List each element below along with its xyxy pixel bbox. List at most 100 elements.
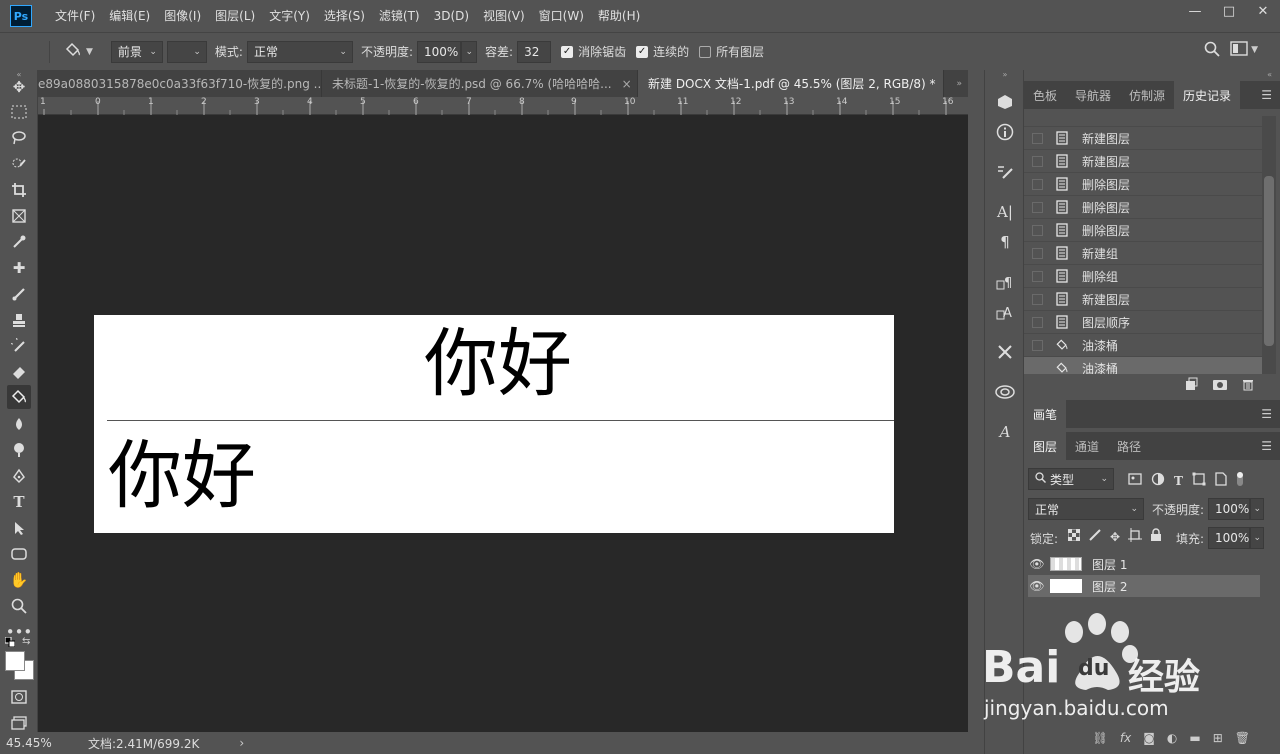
history-row[interactable]: 删除图层 (1024, 196, 1262, 219)
menu-edit[interactable]: 编辑(E) (102, 0, 157, 32)
creative-cloud-libraries-icon[interactable] (993, 380, 1017, 404)
menu-type[interactable]: 文字(Y) (262, 0, 317, 32)
opacity-input[interactable]: 100% (417, 40, 462, 63)
eraser-tool-icon[interactable] (7, 360, 31, 384)
panel-menu-icon[interactable]: ☰ (1261, 88, 1272, 102)
smart-object-filter-icon[interactable] (1215, 472, 1227, 489)
close-tab-icon[interactable]: × (622, 77, 632, 91)
history-source-checkbox[interactable] (1032, 155, 1043, 167)
tab-document-1[interactable]: e89a0880315878e0c0a33f63f710-恢复的.png ...… (38, 70, 322, 97)
history-source-checkbox[interactable] (1032, 224, 1043, 236)
history-row[interactable]: 删除组 (1024, 265, 1262, 288)
crop-tool-icon[interactable] (7, 178, 31, 202)
tool-preset-picker[interactable]: ▼ (64, 42, 93, 62)
tab-swatches[interactable]: 色板 (1024, 81, 1066, 109)
history-row[interactable]: 删除图层 (1024, 219, 1262, 242)
history-source-checkbox[interactable] (1032, 270, 1043, 282)
history-source-checkbox[interactable] (1032, 293, 1043, 305)
info-icon[interactable] (993, 120, 1017, 144)
menu-image[interactable]: 图像(I) (157, 0, 208, 32)
layer-row[interactable]: 👁 图层 1 (1028, 553, 1260, 575)
3d-icon[interactable] (993, 90, 1017, 114)
tab-clone-source[interactable]: 仿制源 (1120, 81, 1174, 109)
menu-select[interactable]: 选择(S) (317, 0, 372, 32)
history-row[interactable]: 油漆桶 (1024, 334, 1262, 357)
scrollbar-thumb[interactable] (1264, 176, 1274, 346)
blur-tool-icon[interactable] (7, 412, 31, 436)
all-layers-checkbox[interactable]: 所有图层 (699, 43, 764, 60)
pen-tool-icon[interactable] (7, 464, 31, 488)
history-source-checkbox[interactable] (1032, 132, 1043, 144)
layer-filter-dropdown[interactable]: 类型 ⌄ (1028, 468, 1114, 490)
character-styles-icon[interactable]: A (993, 300, 1017, 324)
layer-row-selected[interactable]: 👁 图层 2 (1028, 575, 1260, 597)
add-mask-icon[interactable]: ◙ (1143, 731, 1155, 745)
swap-colors-icon[interactable]: ⇆ (22, 636, 30, 647)
collapse-icon[interactable]: « (1024, 70, 1280, 80)
healing-brush-tool-icon[interactable]: ✚ (7, 256, 31, 280)
fill-source-dropdown[interactable]: 前景 ⌄ (110, 40, 163, 63)
zoom-tool-icon[interactable] (7, 594, 31, 618)
paragraph-styles-icon[interactable]: ¶ (993, 270, 1017, 294)
tab-history[interactable]: 历史记录 (1174, 81, 1241, 109)
lock-pixels-icon[interactable] (1088, 528, 1102, 545)
history-scrollbar[interactable] (1262, 116, 1276, 374)
tab-document-2[interactable]: 未标题-1-恢复的-恢复的.psd @ 66.7% (哈哈哈哈... × (322, 70, 638, 97)
blend-mode-dropdown[interactable]: 正常 ⌄ (1028, 498, 1144, 520)
camera-icon[interactable] (1212, 377, 1228, 394)
hand-tool-icon[interactable]: ✋ (7, 568, 31, 592)
history-source-checkbox[interactable] (1032, 247, 1043, 259)
menu-filter[interactable]: 滤镜(T) (372, 0, 427, 32)
contiguous-checkbox[interactable]: ✓ 连续的 (636, 43, 689, 60)
menu-window[interactable]: 窗口(W) (532, 0, 591, 32)
quick-selection-tool-icon[interactable] (7, 152, 31, 176)
character-icon[interactable]: A| (993, 200, 1017, 224)
lock-position-icon[interactable]: ✥ (1110, 530, 1120, 544)
document-canvas[interactable]: 你好 你好 (94, 315, 894, 533)
type-tool-icon[interactable]: T (7, 490, 31, 514)
history-row[interactable]: 新建图层 (1024, 127, 1262, 150)
paragraph-icon[interactable]: ¶ (993, 230, 1017, 254)
frame-tool-icon[interactable] (7, 204, 31, 228)
eyedropper-tool-icon[interactable] (7, 230, 31, 254)
search-icon[interactable] (1204, 41, 1220, 60)
pixel-layer-filter-icon[interactable] (1128, 473, 1142, 488)
menu-layer[interactable]: 图层(L) (208, 0, 262, 32)
rectangle-tool-icon[interactable] (7, 542, 31, 566)
history-row[interactable]: 新建图层 (1024, 288, 1262, 311)
adjustment-layer-filter-icon[interactable] (1151, 472, 1165, 489)
tab-paths[interactable]: 路径 (1108, 432, 1150, 460)
menu-help[interactable]: 帮助(H) (591, 0, 647, 32)
antialias-checkbox[interactable]: ✓ 消除锯齿 (561, 43, 626, 60)
tabs-overflow-icon[interactable]: » (944, 70, 968, 97)
layer-opacity-dropdown[interactable]: ⌄ (1250, 498, 1264, 520)
paint-bucket-tool-icon[interactable] (7, 385, 31, 409)
trash-icon[interactable]: 🗑 (1235, 731, 1250, 745)
history-brush-tool-icon[interactable] (7, 334, 31, 358)
foreground-color-swatch[interactable] (5, 651, 25, 671)
lock-transparency-icon[interactable] (1067, 528, 1081, 544)
panel-menu-icon[interactable]: ☰ (1261, 439, 1272, 453)
status-menu-arrow[interactable]: › (239, 736, 244, 750)
link-layers-icon[interactable]: ⛓ (1093, 731, 1108, 745)
dodge-tool-icon[interactable] (7, 438, 31, 462)
lasso-tool-icon[interactable] (7, 126, 31, 150)
tab-layers[interactable]: 图层 (1024, 432, 1067, 460)
new-layer-icon[interactable]: ⊞ (1213, 731, 1223, 745)
history-row[interactable]: 删除图层 (1024, 173, 1262, 196)
history-source-checkbox[interactable] (1032, 362, 1043, 374)
tab-document-3[interactable]: 新建 DOCX 文档-1.pdf @ 45.5% (图层 2, RGB/8) *… (638, 70, 944, 97)
panel-menu-icon[interactable]: ☰ (1261, 407, 1272, 421)
opacity-dropdown[interactable]: ⌄ (461, 40, 478, 63)
clone-stamp-tool-icon[interactable] (7, 308, 31, 332)
marquee-tool-icon[interactable] (7, 100, 31, 124)
type-layer-filter-icon[interactable]: T (1174, 474, 1183, 488)
layer-opacity-input[interactable]: 100% (1208, 498, 1250, 520)
collapse-icon[interactable]: » (985, 70, 1025, 79)
default-colors-icon[interactable] (4, 636, 16, 648)
tab-channels[interactable]: 通道 (1066, 432, 1108, 460)
minimize-button[interactable]: — (1178, 0, 1212, 22)
menu-3d[interactable]: 3D(D) (427, 0, 476, 32)
new-group-icon[interactable]: ▬ (1189, 731, 1200, 745)
lock-artboard-icon[interactable] (1128, 528, 1143, 545)
